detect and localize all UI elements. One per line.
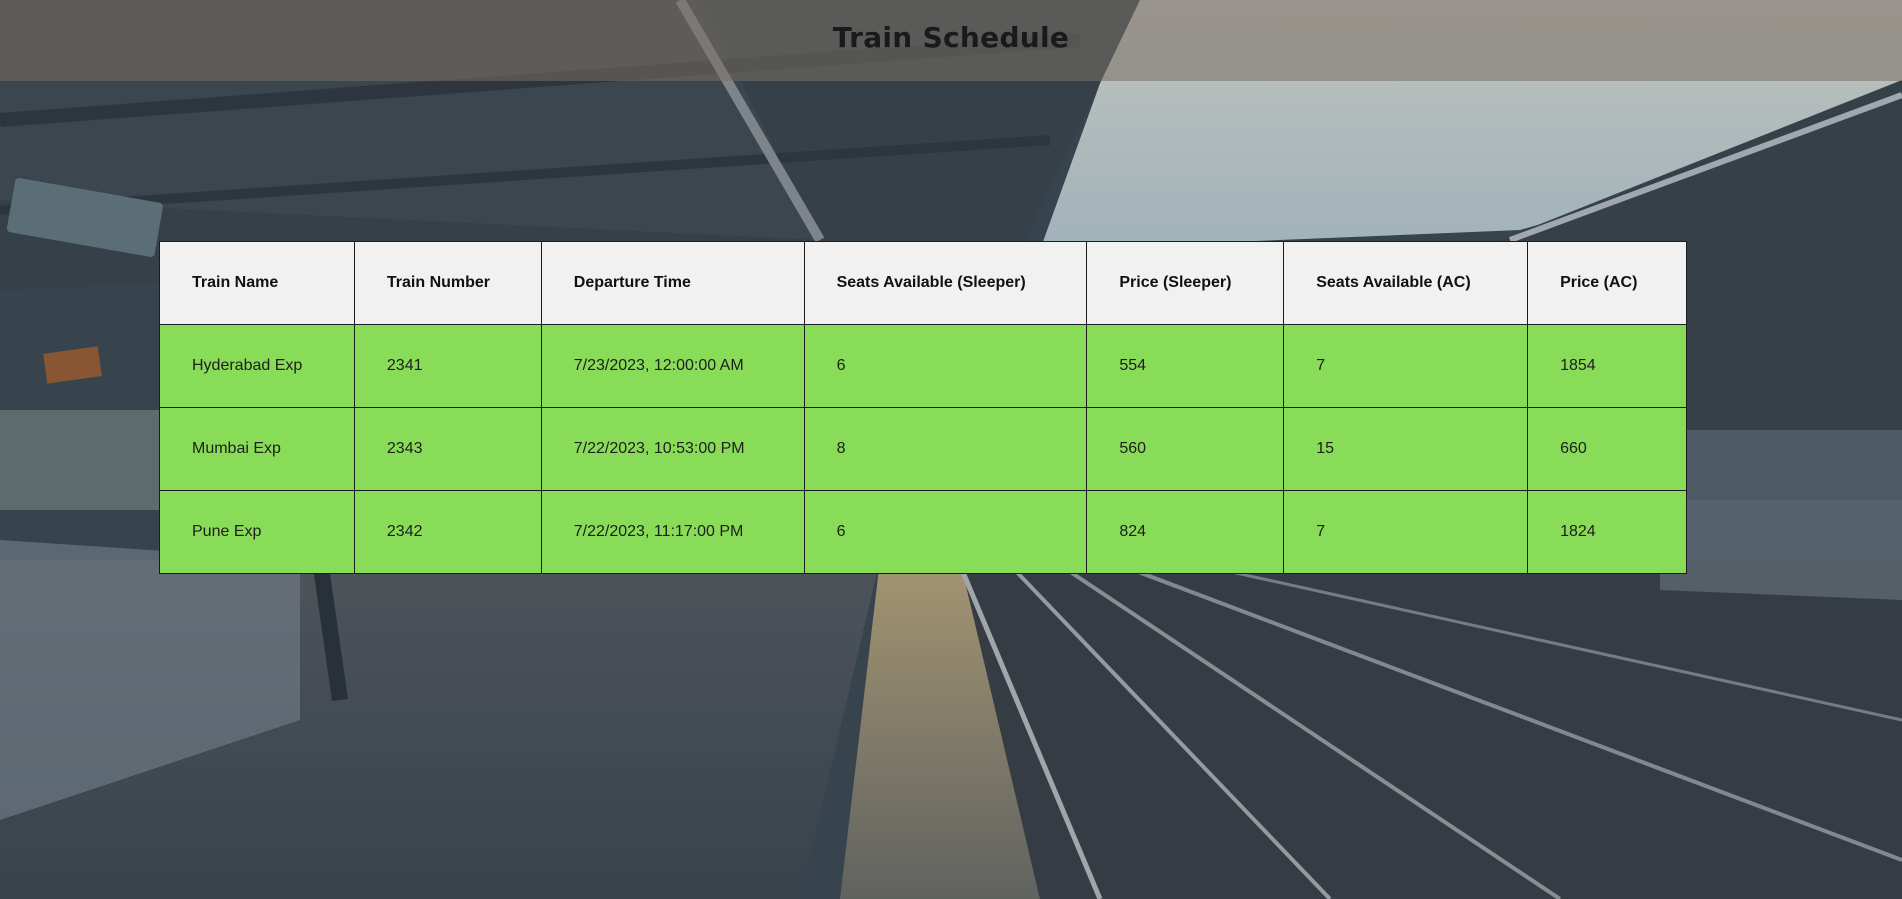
cell-price-sleeper: 824 [1086,490,1285,574]
cell-departure-time: 7/22/2023, 10:53:00 PM [540,407,805,491]
cell-seats-sleeper: 6 [803,324,1088,408]
cell-train-name: Mumbai Exp [159,407,355,491]
cell-seats-sleeper: 8 [803,407,1088,491]
table-row: Pune Exp 2342 7/22/2023, 11:17:00 PM 6 8… [159,490,1687,574]
cell-train-name: Hyderabad Exp [159,324,355,408]
cell-train-name: Pune Exp [159,490,355,574]
cell-price-sleeper: 554 [1086,324,1285,408]
table-header-row: Train Name Train Number Departure Time S… [159,241,1687,325]
cell-train-number: 2341 [353,324,542,408]
cell-departure-time: 7/22/2023, 11:17:00 PM [540,490,805,574]
cell-seats-ac: 7 [1283,490,1529,574]
train-schedule-table: Train Name Train Number Departure Time S… [159,241,1687,574]
cell-price-sleeper: 560 [1086,407,1285,491]
column-header-departure-time: Departure Time [540,241,805,325]
column-header-price-ac: Price (AC) [1527,241,1687,325]
cell-price-ac: 1824 [1527,490,1687,574]
page-header: Train Schedule [0,0,1902,81]
cell-seats-ac: 7 [1283,324,1529,408]
column-header-train-name: Train Name [159,241,355,325]
cell-train-number: 2343 [353,407,542,491]
cell-price-ac: 1854 [1527,324,1687,408]
column-header-seats-sleeper: Seats Available (Sleeper) [803,241,1088,325]
cell-departure-time: 7/23/2023, 12:00:00 AM [540,324,805,408]
page-title: Train Schedule [832,21,1070,54]
column-header-train-number: Train Number [353,241,542,325]
column-header-price-sleeper: Price (Sleeper) [1086,241,1285,325]
cell-seats-ac: 15 [1283,407,1529,491]
column-header-seats-ac: Seats Available (AC) [1283,241,1529,325]
table-row: Mumbai Exp 2343 7/22/2023, 10:53:00 PM 8… [159,407,1687,491]
cell-price-ac: 660 [1527,407,1687,491]
cell-seats-sleeper: 6 [803,490,1088,574]
cell-train-number: 2342 [353,490,542,574]
table-row: Hyderabad Exp 2341 7/23/2023, 12:00:00 A… [159,324,1687,408]
